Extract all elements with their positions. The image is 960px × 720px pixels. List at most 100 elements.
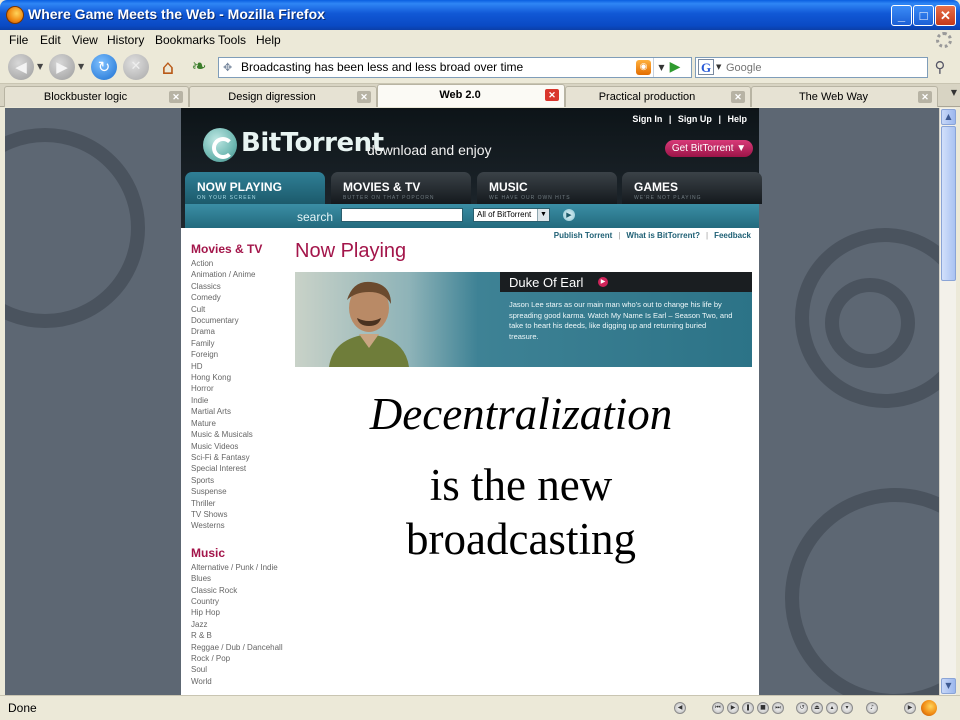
tab-close-icon[interactable]: ✕ bbox=[918, 91, 932, 103]
sidebar-item-movies-category[interactable]: Drama bbox=[191, 326, 301, 337]
bittorrent-logo-icon[interactable] bbox=[203, 128, 237, 162]
menu-tools[interactable]: Tools bbox=[218, 33, 246, 47]
site-search-go-icon[interactable]: ▶ bbox=[563, 209, 575, 221]
menu-file[interactable]: File bbox=[9, 33, 28, 47]
site-search-input[interactable] bbox=[341, 208, 463, 222]
sidebar-item-movies-category[interactable]: Music & Musicals bbox=[191, 429, 301, 440]
music-heading[interactable]: Music bbox=[191, 546, 301, 560]
sidebar-item-movies-category[interactable]: HD bbox=[191, 361, 301, 372]
menu-view[interactable]: View bbox=[72, 33, 98, 47]
forward-history-dropdown-icon[interactable]: ▼ bbox=[78, 62, 84, 71]
help-link[interactable]: Help bbox=[727, 114, 747, 124]
sidebar-item-movies-category[interactable]: Music Videos bbox=[191, 441, 301, 452]
volume-up-icon[interactable]: ▴ bbox=[826, 702, 838, 714]
sidebar-item-movies-category[interactable]: Animation / Anime bbox=[191, 269, 301, 280]
sidebar-item-movies-category[interactable]: Mature bbox=[191, 418, 301, 429]
volume-down-icon[interactable]: ▾ bbox=[841, 702, 853, 714]
sidebar-item-movies-category[interactable]: Special Interest bbox=[191, 463, 301, 474]
sidebar-item-movies-category[interactable]: Hong Kong bbox=[191, 372, 301, 383]
sidebar-item-music-category[interactable]: R & B bbox=[191, 630, 301, 641]
menu-help[interactable]: Help bbox=[256, 33, 281, 47]
tab-close-icon[interactable]: ✕ bbox=[731, 91, 745, 103]
search-engine-dropdown-icon[interactable]: ▼ bbox=[716, 63, 721, 71]
sidebar-item-movies-category[interactable]: Documentary bbox=[191, 315, 301, 326]
sidebar-item-music-category[interactable]: Hip Hop bbox=[191, 607, 301, 618]
sidebar-item-movies-category[interactable]: Martial Arts bbox=[191, 406, 301, 417]
stop-button[interactable]: ✕ bbox=[123, 54, 149, 80]
menu-history[interactable]: History bbox=[107, 33, 144, 47]
sidebar-item-movies-category[interactable]: Suspense bbox=[191, 486, 301, 497]
movies-tv-heading[interactable]: Movies & TV bbox=[191, 242, 301, 256]
back-history-dropdown-icon[interactable]: ▼ bbox=[37, 62, 43, 71]
next-icon[interactable]: ▶ bbox=[904, 702, 916, 714]
speaker-icon[interactable]: ♪ bbox=[866, 702, 878, 714]
sign-in-link[interactable]: Sign In bbox=[632, 114, 662, 124]
stop-icon[interactable]: ■ bbox=[757, 702, 769, 714]
skip-back-icon[interactable]: ⏮ bbox=[712, 702, 724, 714]
pause-icon[interactable]: ❚ bbox=[742, 702, 754, 714]
google-engine-icon[interactable]: G bbox=[698, 59, 714, 75]
featured-banner[interactable]: Duke Of Earl ▶ Jason Lee stars as our ma… bbox=[295, 272, 752, 367]
search-input[interactable] bbox=[726, 59, 921, 76]
minimize-button[interactable]: _ bbox=[891, 5, 912, 26]
eject-icon[interactable]: ⏏ bbox=[811, 702, 823, 714]
get-bittorrent-button[interactable]: Get BitTorrent ▼ bbox=[665, 140, 753, 157]
url-text[interactable]: Broadcasting has been less and less broa… bbox=[241, 60, 523, 74]
arrow-right-icon[interactable]: ▶ bbox=[598, 277, 608, 287]
tab-close-icon[interactable]: ✕ bbox=[169, 91, 183, 103]
menu-bookmarks[interactable]: Bookmarks bbox=[155, 33, 215, 47]
nav-games[interactable]: GAMES We're not playing bbox=[622, 172, 762, 204]
sidebar-item-music-category[interactable]: Alternative / Punk / Indie bbox=[191, 562, 301, 573]
home-icon[interactable]: ⌂ bbox=[155, 54, 181, 80]
scroll-up-icon[interactable]: ▲ bbox=[941, 109, 956, 125]
tab-blockbuster-logic[interactable]: Blockbuster logic ✕ bbox=[4, 86, 189, 107]
sidebar-item-movies-category[interactable]: Foreign bbox=[191, 349, 301, 360]
back-button[interactable]: ◀ bbox=[8, 54, 34, 80]
leaf-icon[interactable]: ❧ bbox=[186, 54, 212, 80]
prev-icon[interactable]: ◀ bbox=[674, 702, 686, 714]
scroll-thumb[interactable] bbox=[941, 126, 956, 281]
tab-practical-production[interactable]: Practical production ✕ bbox=[565, 86, 751, 107]
tab-web-2-0[interactable]: Web 2.0 ✕ bbox=[377, 84, 565, 107]
tab-close-icon[interactable]: ✕ bbox=[545, 89, 559, 101]
tab-list-dropdown-icon[interactable]: ▼ bbox=[951, 88, 957, 97]
nav-movies-tv[interactable]: MOVIES & TV Butter on that popcorn bbox=[331, 172, 471, 204]
maximize-button[interactable]: □ bbox=[913, 5, 934, 26]
skip-forward-icon[interactable]: ⏭ bbox=[772, 702, 784, 714]
sidebar-item-music-category[interactable]: Classic Rock bbox=[191, 585, 301, 596]
nav-now-playing[interactable]: NOW PLAYING On your screen bbox=[185, 172, 325, 204]
sidebar-item-movies-category[interactable]: TV Shows bbox=[191, 509, 301, 520]
sidebar-item-music-category[interactable]: Blues bbox=[191, 573, 301, 584]
play-icon[interactable]: ▶ bbox=[727, 702, 739, 714]
go-button[interactable]: ▶ bbox=[666, 58, 684, 77]
featured-title[interactable]: Duke Of Earl bbox=[509, 275, 583, 290]
nav-music[interactable]: MUSIC We have our own hits bbox=[477, 172, 617, 204]
tab-design-digression[interactable]: Design digression ✕ bbox=[189, 86, 377, 107]
scroll-down-icon[interactable]: ▼ bbox=[941, 678, 956, 694]
sidebar-item-music-category[interactable]: Rock / Pop bbox=[191, 653, 301, 664]
what-is-bittorrent-link[interactable]: What is BitTorrent? bbox=[626, 231, 700, 240]
sidebar-item-music-category[interactable]: Country bbox=[191, 596, 301, 607]
sidebar-item-movies-category[interactable]: Sci-Fi & Fantasy bbox=[191, 452, 301, 463]
forward-button[interactable]: ▶ bbox=[49, 54, 75, 80]
rewind-icon[interactable]: ↺ bbox=[796, 702, 808, 714]
vertical-scrollbar[interactable]: ▲ ▼ bbox=[939, 108, 956, 695]
sidebar-item-movies-category[interactable]: Family bbox=[191, 338, 301, 349]
sidebar-item-movies-category[interactable]: Action bbox=[191, 258, 301, 269]
publish-torrent-link[interactable]: Publish Torrent bbox=[554, 231, 613, 240]
tab-the-web-way[interactable]: The Web Way ✕ bbox=[751, 86, 938, 107]
url-bar[interactable]: ✥ Broadcasting has been less and less br… bbox=[218, 57, 692, 78]
sidebar-item-movies-category[interactable]: Thriller bbox=[191, 498, 301, 509]
sidebar-item-music-category[interactable]: World bbox=[191, 676, 301, 687]
firefox-status-icon[interactable] bbox=[921, 700, 937, 716]
sign-up-link[interactable]: Sign Up bbox=[678, 114, 712, 124]
sidebar-item-music-category[interactable]: Soul bbox=[191, 664, 301, 675]
sidebar-item-movies-category[interactable]: Classics bbox=[191, 281, 301, 292]
sidebar-item-movies-category[interactable]: Horror bbox=[191, 383, 301, 394]
reload-button[interactable]: ↻ bbox=[91, 54, 117, 80]
sidebar-item-movies-category[interactable]: Sports bbox=[191, 475, 301, 486]
bittorrent-logo[interactable]: BitTorrent bbox=[241, 128, 384, 158]
sidebar-item-movies-category[interactable]: Cult bbox=[191, 304, 301, 315]
sidebar-item-movies-category[interactable]: Indie bbox=[191, 395, 301, 406]
rss-feed-icon[interactable]: ◉ bbox=[636, 60, 651, 75]
